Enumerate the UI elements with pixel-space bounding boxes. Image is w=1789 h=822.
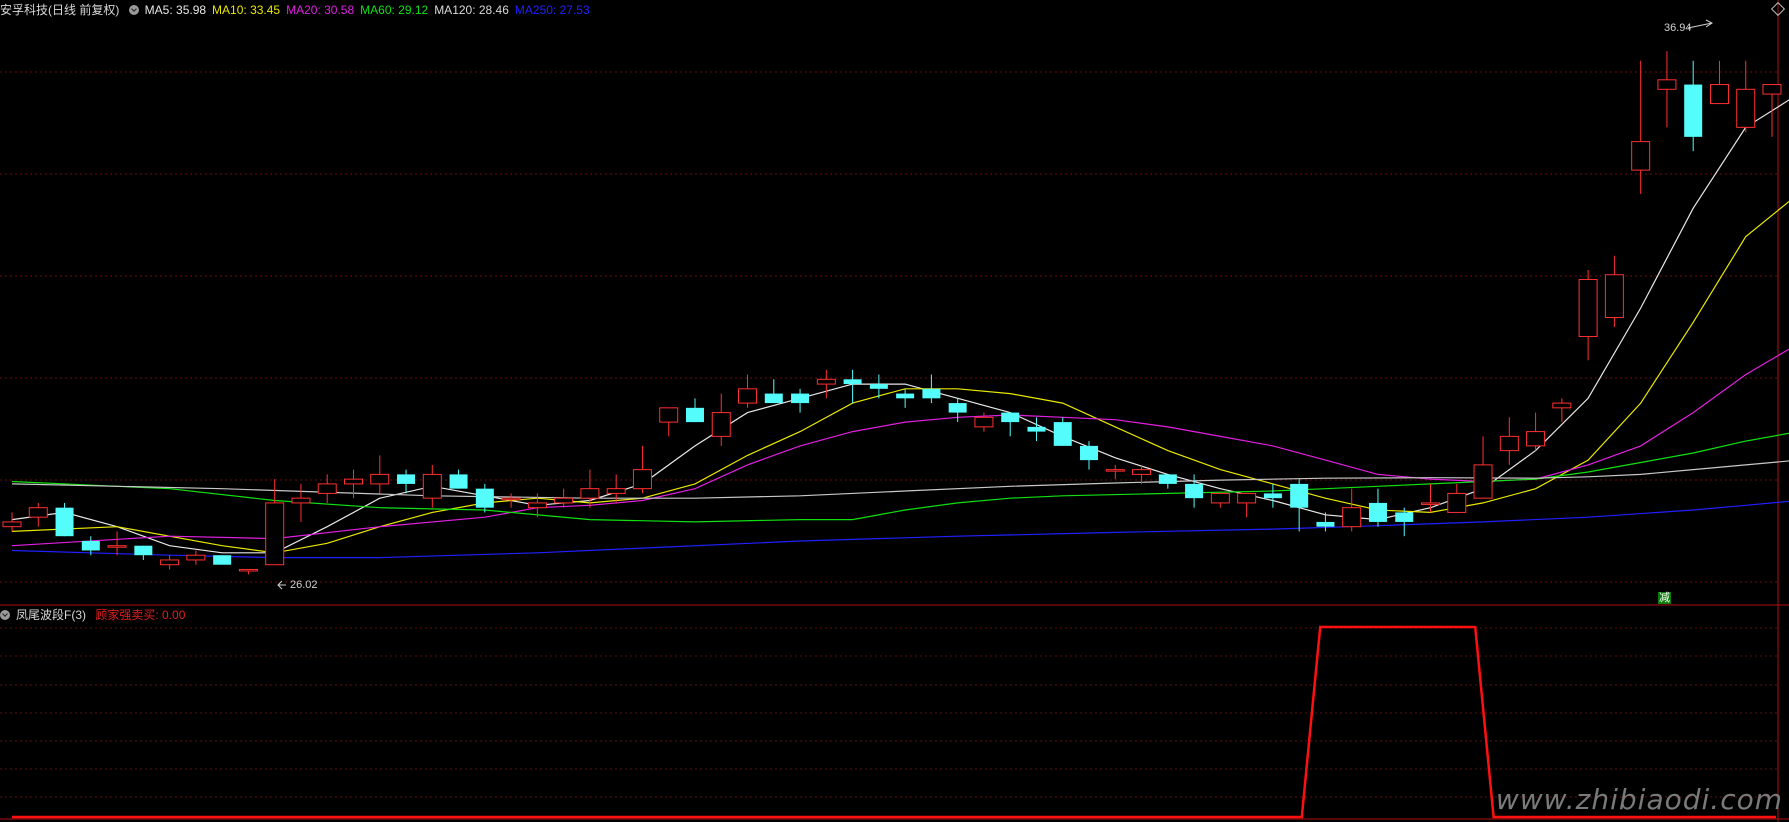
stock-title: 安孚科技(日线 前复权) — [0, 3, 120, 17]
candle-body — [55, 507, 74, 537]
candle-body — [764, 393, 783, 404]
candle-body — [738, 388, 758, 404]
chart-canvas — [0, 0, 1789, 822]
candle-body — [343, 478, 363, 485]
candle-body — [1604, 274, 1624, 319]
candle-body — [1526, 431, 1546, 447]
indicator-title: 凤尾波段F(3) — [16, 608, 86, 622]
candle-body — [1762, 84, 1782, 95]
candle-body — [1657, 79, 1677, 90]
candle-body — [1709, 84, 1729, 105]
candle-body — [554, 497, 574, 504]
watermark: www.zhibiaodi.com — [1495, 783, 1783, 816]
ma-line-ma5 — [11, 99, 1789, 554]
candle-body — [81, 540, 100, 551]
candle-body — [896, 393, 915, 399]
candle-body — [370, 473, 390, 485]
indicator-value-label: 顾家强卖买: 0.00 — [95, 608, 186, 622]
candle-body — [1342, 507, 1362, 528]
candle-body — [685, 407, 704, 423]
candle-body — [475, 488, 494, 508]
candle-body — [1684, 84, 1703, 137]
candle-body — [1210, 492, 1230, 504]
candle-body — [28, 507, 48, 518]
candle-body — [265, 502, 285, 566]
candle-body — [449, 474, 468, 489]
candle-body — [501, 497, 521, 501]
ma-legend: MA5: 35.98 MA10: 33.45 MA20: 30.58 MA60: 29… — [145, 3, 596, 17]
candle-body — [1290, 483, 1309, 508]
candle-body — [160, 559, 180, 566]
candle-body — [186, 554, 206, 561]
collapse-icon[interactable] — [128, 5, 139, 15]
candle-body — [291, 497, 311, 504]
candle-body — [107, 545, 127, 548]
ma-legend-item: MA5: 35.98 — [144, 3, 207, 17]
candle-body — [1736, 88, 1756, 128]
candle-body — [2, 521, 22, 528]
candle-body — [1631, 141, 1651, 171]
candle-body — [317, 483, 337, 494]
candle-body — [527, 502, 547, 509]
ma-line-ma10 — [11, 200, 1789, 554]
candle-body — [134, 545, 153, 556]
candle-body — [974, 416, 994, 428]
candle-body — [1499, 435, 1519, 452]
high-arrow-icon — [1687, 19, 1713, 29]
candle-body — [659, 407, 679, 423]
candle-body — [1447, 492, 1467, 513]
candle-body — [843, 379, 862, 385]
candle-body — [1578, 278, 1598, 338]
candle-body — [1395, 512, 1414, 522]
candle-body — [1001, 412, 1020, 423]
ma-legend-item: MA20: 30.58 — [286, 3, 355, 17]
candle-body — [580, 488, 600, 499]
main-chart-header: 安孚科技(日线 前复权) MA5: 35.98 MA10: 33.45 MA20: … — [0, 3, 602, 17]
candle-body — [422, 473, 442, 499]
candle-body — [922, 388, 941, 399]
ma-legend-item: MA120: 28.46 — [434, 3, 509, 17]
candle-body — [1552, 402, 1572, 409]
sell-marker: 减 — [1658, 592, 1671, 604]
candle-body — [948, 403, 967, 413]
indicator-header: 凤尾波段F(3) 顾家强卖买: 0.00 — [0, 608, 191, 622]
candle-body — [1237, 492, 1257, 504]
candle-body — [606, 488, 626, 494]
ma-legend-item: MA250: 27.53 — [514, 3, 590, 17]
candle-body — [1185, 483, 1204, 499]
candle-body — [1316, 521, 1335, 527]
ma-legend-item: MA60: 29.12 — [360, 3, 429, 17]
candle-body — [869, 384, 888, 389]
candle-body — [711, 412, 731, 437]
candle-body — [1053, 422, 1072, 446]
candle-body — [213, 555, 232, 565]
collapse-icon[interactable] — [0, 610, 10, 620]
candle-body — [1080, 445, 1099, 461]
candle-body — [397, 474, 416, 484]
low-price-label: 26.02 — [290, 579, 318, 591]
candle-body — [632, 469, 652, 490]
candle-body — [816, 378, 836, 385]
candle-body — [1132, 469, 1152, 475]
candle-body — [1368, 502, 1387, 522]
candle-body — [791, 393, 810, 404]
candle-body — [238, 568, 258, 572]
candle-body — [1263, 493, 1282, 499]
ma-legend-item: MA10: 33.45 — [212, 3, 281, 17]
candle-body — [1027, 426, 1046, 432]
candle-body — [1105, 469, 1125, 472]
candle-body — [1158, 474, 1177, 484]
high-price-label: 36.94 — [1664, 22, 1692, 34]
candle-body — [1473, 464, 1493, 499]
candle-body — [1421, 502, 1441, 505]
